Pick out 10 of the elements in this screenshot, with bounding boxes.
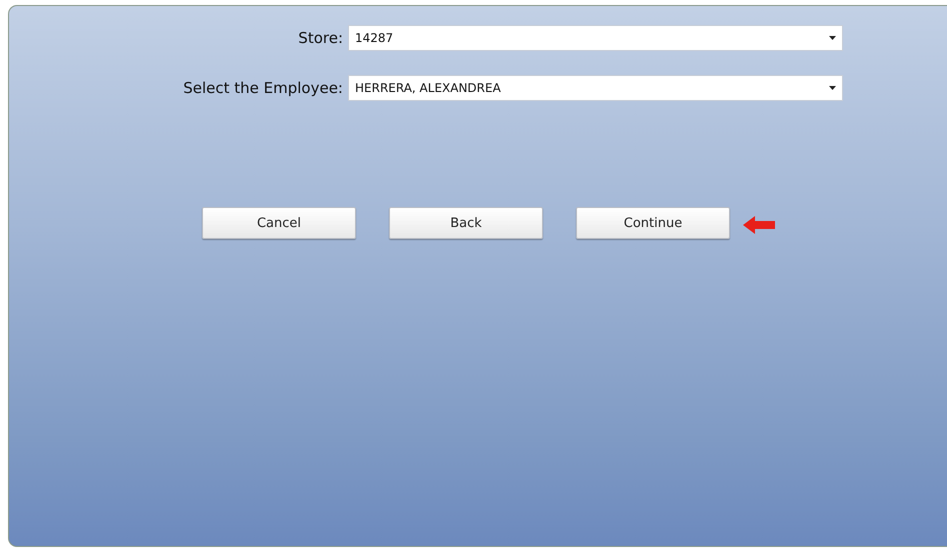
arrow-icon: [743, 216, 775, 234]
dialog-button[interactable]: Continue: [576, 207, 730, 239]
field-label: Store:: [298, 29, 343, 47]
dropdown-field[interactable]: 14287: [348, 25, 843, 51]
dropdown-field[interactable]: HERRERA, ALEXANDREA: [348, 75, 843, 101]
caret-icon: [829, 86, 836, 90]
caret-icon: [829, 36, 836, 40]
field-label: Select the Employee:: [183, 79, 343, 97]
dialog-button[interactable]: Cancel: [202, 207, 356, 239]
dialog-button[interactable]: Back: [389, 207, 543, 239]
